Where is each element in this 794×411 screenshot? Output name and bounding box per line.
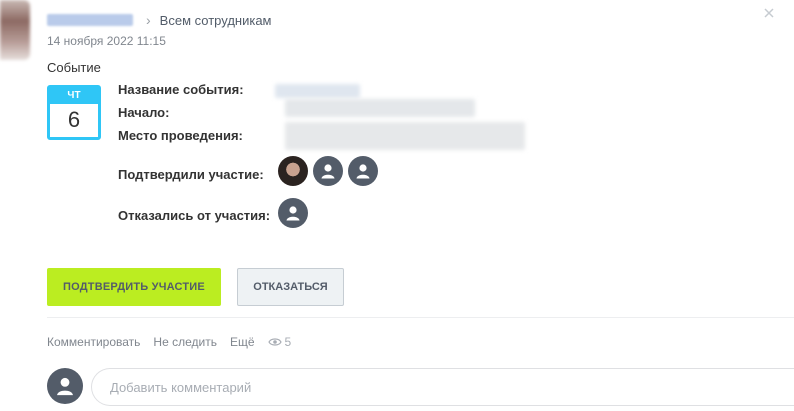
calendar-icon: ЧТ 6: [47, 85, 101, 140]
event-start-value: [285, 99, 475, 117]
user-icon: [321, 164, 335, 179]
confirmed-avatars: [278, 156, 378, 186]
declined-label: Отказались от участия:: [118, 208, 271, 223]
event-name-label: Название события:: [118, 82, 244, 97]
divider: [47, 317, 794, 318]
user-icon: [57, 377, 73, 396]
user-avatar[interactable]: [313, 156, 343, 186]
post-header: › Всем сотрудникам: [47, 10, 272, 30]
unfollow-link[interactable]: Не следить: [153, 335, 217, 349]
event-name-value: [275, 84, 360, 98]
event-start-label: Начало:: [118, 105, 170, 120]
views-counter[interactable]: 5: [267, 335, 292, 349]
calendar-weekday: ЧТ: [50, 88, 98, 104]
user-avatar[interactable]: [348, 156, 378, 186]
more-link[interactable]: Ещё: [230, 335, 255, 349]
audience-label: Всем сотрудникам: [159, 12, 272, 28]
confirm-participation-button[interactable]: ПОДТВЕРДИТЬ УЧАСТИЕ: [47, 268, 221, 306]
event-place-value: [285, 122, 525, 150]
current-user-avatar: [47, 368, 83, 404]
author-name[interactable]: [47, 14, 133, 26]
close-icon[interactable]: [761, 6, 777, 22]
comment-link[interactable]: Комментировать: [47, 335, 140, 349]
post-actions: Комментировать Не следить Ещё 5: [47, 335, 291, 349]
author-avatar[interactable]: [0, 0, 30, 60]
eye-icon: [267, 338, 282, 346]
views-count: 5: [284, 335, 292, 349]
user-icon: [356, 164, 370, 179]
section-title: Событие: [47, 60, 101, 75]
event-place-label: Место проведения:: [118, 128, 243, 143]
event-fields: Название события: Начало: Место проведен…: [118, 80, 244, 149]
comment-input[interactable]: [91, 368, 794, 406]
calendar-day: 6: [67, 107, 81, 132]
confirmed-label: Подтвердили участие:: [118, 167, 264, 182]
post-timestamp[interactable]: 14 ноября 2022 11:15: [47, 34, 166, 48]
user-avatar[interactable]: [278, 198, 308, 228]
user-icon: [286, 206, 300, 221]
breadcrumb-separator: ›: [146, 12, 151, 28]
user-avatar[interactable]: [278, 156, 308, 186]
declined-avatars: [278, 198, 308, 228]
decline-button[interactable]: ОТКАЗАТЬСЯ: [237, 268, 344, 306]
